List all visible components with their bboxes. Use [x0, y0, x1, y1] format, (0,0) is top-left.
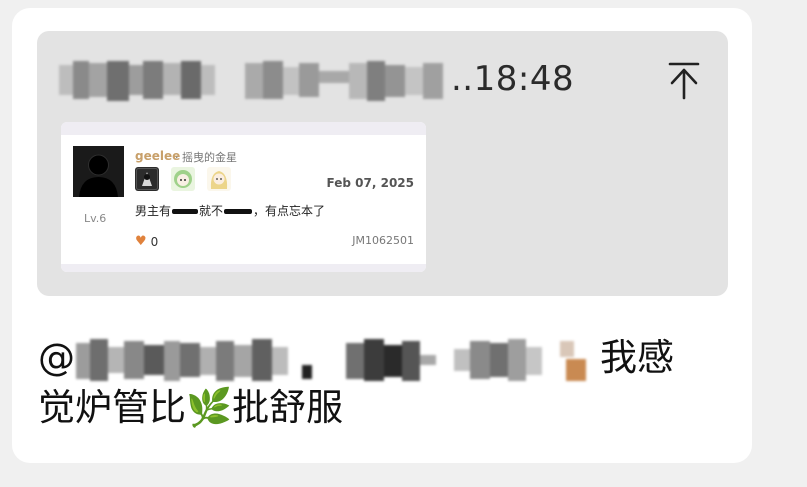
- comment-part3: ，有点忘本了: [253, 204, 326, 218]
- badge-blonde-icon: [207, 167, 231, 191]
- leaf-emoji-icon: 🌿: [186, 386, 233, 429]
- badge-green-icon: [171, 167, 195, 191]
- screenshot-top-bar: [61, 122, 426, 135]
- censored-mention-name: [76, 339, 586, 381]
- comment-text: 男主有 就不 ，有点忘本了: [135, 202, 325, 219]
- message-line-1: @ 我感: [38, 333, 718, 383]
- like-row[interactable]: ♥ 0: [135, 234, 158, 249]
- avatar: [73, 146, 124, 197]
- message-line2-part2: 批舒服: [232, 386, 344, 429]
- username: geelee: [135, 149, 181, 163]
- message-line-2: 觉炉管比🌿批舒服: [38, 383, 718, 433]
- quoted-message-time: ..18:48: [451, 59, 575, 99]
- comment-part2: 就不: [199, 204, 224, 218]
- message-line1-tail: 我感: [600, 336, 674, 379]
- post-date: Feb 07, 2025: [326, 176, 414, 190]
- like-count: 0: [150, 234, 159, 249]
- redaction-mark: [224, 209, 253, 214]
- badge-dark-icon: [135, 167, 159, 191]
- message-card: ..18:48 Lv.6 geelee · 摇曳的金星 Feb 07, 2025…: [12, 8, 752, 463]
- message-line2-part1: 觉炉管比: [38, 386, 186, 429]
- redaction-mark: [172, 209, 199, 214]
- arrow-to-top-icon[interactable]: [664, 58, 704, 102]
- user-group: · 摇曳的金星: [175, 151, 237, 164]
- screenshot-bottom-bar: [61, 264, 426, 272]
- message-text: @ 我感 觉炉管比🌿批舒服: [38, 333, 718, 433]
- quoted-message[interactable]: ..18:48 Lv.6 geelee · 摇曳的金星 Feb 07, 2025…: [37, 31, 728, 296]
- user-level: Lv.6: [84, 212, 107, 225]
- quoted-screenshot[interactable]: Lv.6 geelee · 摇曳的金星 Feb 07, 2025 男主有 就不 …: [61, 122, 426, 272]
- heart-icon[interactable]: ♥: [135, 234, 147, 249]
- censored-sender-name: [59, 61, 443, 101]
- at-symbol: @: [38, 336, 75, 379]
- comment-id: JM1062501: [352, 234, 414, 247]
- comment-part1: 男主有: [135, 204, 172, 218]
